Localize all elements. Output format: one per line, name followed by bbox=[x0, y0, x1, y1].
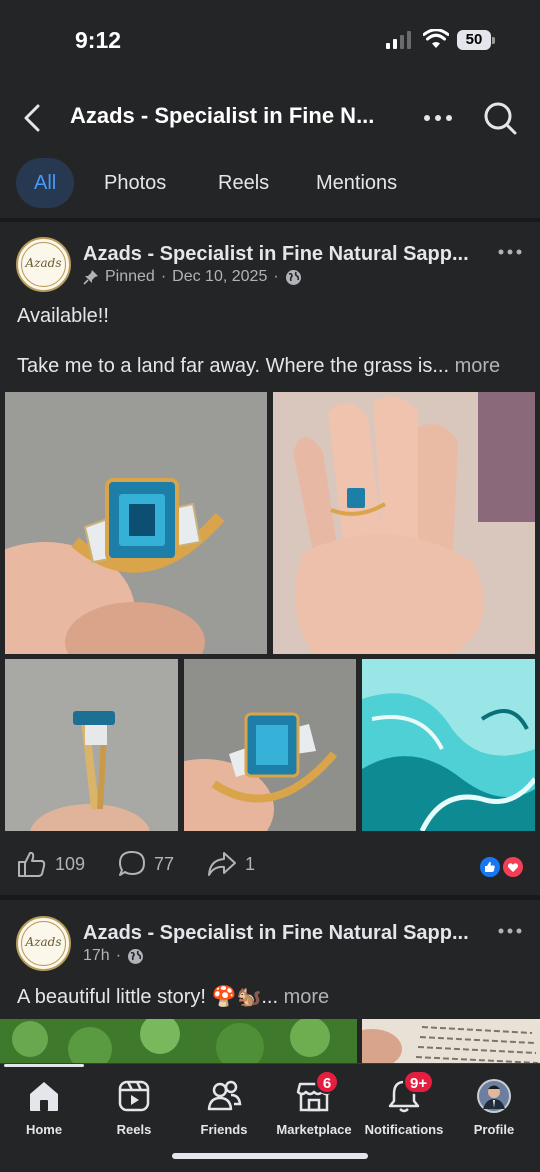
more-options-icon[interactable] bbox=[422, 106, 454, 130]
notifications-badge: 9+ bbox=[403, 1070, 435, 1094]
see-more-link[interactable]: more bbox=[284, 986, 330, 1008]
comment-icon bbox=[119, 851, 145, 876]
tab-reels[interactable]: Reels bbox=[200, 158, 287, 208]
nav-home[interactable]: Home bbox=[0, 1076, 89, 1156]
search-icon[interactable] bbox=[480, 98, 520, 138]
nav-reels[interactable]: Reels bbox=[89, 1076, 179, 1156]
home-indicator bbox=[172, 1153, 368, 1159]
photo-ring-closeup[interactable] bbox=[5, 392, 267, 654]
tab-photos[interactable]: Photos bbox=[86, 158, 184, 208]
pin-icon bbox=[83, 270, 98, 285]
battery-icon: 50 bbox=[457, 30, 495, 50]
signal-icon bbox=[386, 31, 411, 49]
filter-tabs: All Photos Reels Mentions bbox=[0, 156, 540, 216]
reels-icon bbox=[118, 1080, 150, 1112]
post-meta: 17h · bbox=[83, 947, 144, 965]
photo-book-page[interactable] bbox=[362, 1019, 540, 1063]
status-time: 9:12 bbox=[75, 27, 122, 53]
see-more-link[interactable]: more bbox=[455, 355, 501, 377]
divider bbox=[0, 218, 540, 222]
profile-avatar bbox=[477, 1079, 511, 1113]
photo-moss[interactable] bbox=[0, 1019, 357, 1063]
post-text-content: A beautiful little story! 🍄🐿️... bbox=[17, 986, 279, 1008]
post-date[interactable]: 17h bbox=[83, 947, 110, 965]
page-title: Azads - Specialist in Fine N... bbox=[70, 103, 375, 128]
like-count: 109 bbox=[55, 853, 86, 874]
post-date[interactable]: Dec 10, 2025 bbox=[172, 268, 267, 286]
nav-label: Friends bbox=[200, 1122, 248, 1137]
post-more-icon[interactable] bbox=[498, 926, 522, 936]
post-text-line1: Available!! bbox=[17, 305, 109, 327]
post-more-icon[interactable] bbox=[498, 247, 522, 257]
globe-icon bbox=[285, 269, 301, 285]
share-icon bbox=[208, 852, 236, 876]
comment-count: 77 bbox=[154, 853, 175, 874]
tab-all[interactable]: All bbox=[16, 158, 75, 208]
avatar[interactable]: Azads bbox=[16, 916, 71, 971]
active-tab-indicator bbox=[4, 1064, 84, 1067]
nav-label: Marketplace bbox=[276, 1122, 352, 1137]
globe-icon bbox=[128, 948, 144, 964]
share-count: 1 bbox=[245, 853, 256, 874]
home-icon bbox=[30, 1082, 58, 1111]
share-button[interactable]: 1 bbox=[207, 850, 255, 878]
post-text: A beautiful little story! 🍄🐿️... more bbox=[17, 984, 329, 1009]
meta-separator: · bbox=[160, 268, 167, 285]
photo-ring-angle[interactable] bbox=[184, 659, 356, 831]
battery-level: 50 bbox=[457, 30, 491, 50]
photo-ring-side[interactable] bbox=[5, 659, 178, 831]
nav-label: Notifications bbox=[364, 1122, 444, 1137]
tab-mentions[interactable]: Mentions bbox=[298, 158, 415, 208]
back-arrow-icon[interactable] bbox=[18, 100, 48, 136]
nav-notifications[interactable]: 9+ Notifications bbox=[359, 1070, 449, 1156]
post-author[interactable]: Azads - Specialist in Fine Natural Sapp.… bbox=[83, 922, 483, 945]
friends-icon bbox=[207, 1080, 242, 1111]
nav-label: Reels bbox=[116, 1122, 152, 1137]
photo-turquoise-marble[interactable] bbox=[362, 659, 535, 831]
pinned-label: Pinned bbox=[105, 268, 155, 285]
marketplace-badge: 6 bbox=[315, 1070, 339, 1094]
post-text-line2: Take me to a land far away. Where the gr… bbox=[17, 355, 500, 378]
photo-ring-on-hand[interactable] bbox=[273, 392, 535, 654]
post-text-content: Take me to a land far away. Where the gr… bbox=[17, 355, 450, 377]
meta-separator: · bbox=[115, 947, 122, 964]
reaction-summary-icons[interactable] bbox=[478, 855, 526, 879]
post-author[interactable]: Azads - Specialist in Fine Natural Sapp.… bbox=[83, 243, 483, 266]
reaction-bar: 109 77 1 bbox=[0, 840, 540, 890]
status-bar: 9:12 50 bbox=[0, 0, 540, 80]
avatar-monogram: Azads bbox=[25, 935, 62, 949]
page-header: Azads - Specialist in Fine N... bbox=[0, 80, 540, 156]
like-button[interactable]: 109 bbox=[17, 850, 85, 878]
nav-label: Profile bbox=[473, 1122, 515, 1137]
wifi-icon bbox=[423, 29, 449, 48]
nav-marketplace[interactable]: 6 Marketplace bbox=[269, 1070, 359, 1156]
meta-separator: · bbox=[273, 268, 279, 285]
avatar[interactable]: Azads bbox=[16, 237, 71, 292]
avatar-monogram: Azads bbox=[25, 256, 62, 270]
nav-profile[interactable]: Profile bbox=[449, 1076, 539, 1156]
nav-friends[interactable]: Friends bbox=[179, 1076, 269, 1156]
like-icon bbox=[18, 851, 46, 877]
comment-button[interactable]: 77 bbox=[118, 850, 174, 878]
nav-label: Home bbox=[25, 1122, 63, 1137]
post-meta: Pinned · Dec 10, 2025 · bbox=[83, 268, 302, 286]
divider bbox=[0, 895, 540, 900]
